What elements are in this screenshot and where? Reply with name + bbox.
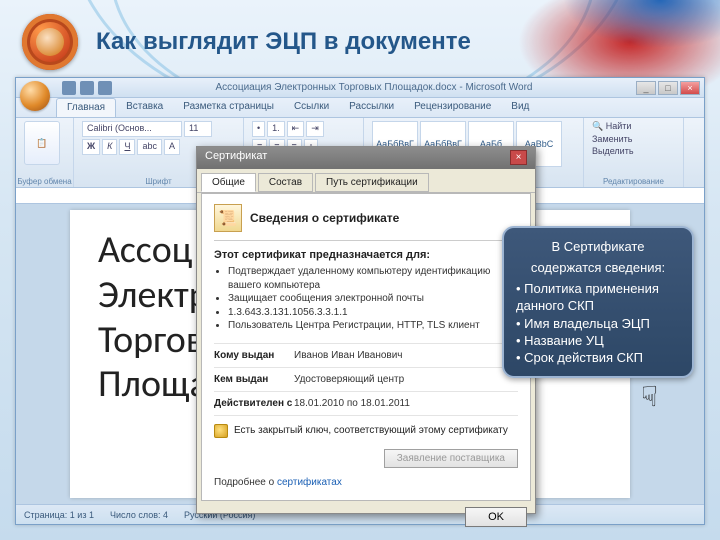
qat-save-icon[interactable] (62, 81, 76, 95)
info-callout: В Сертификате содержатся сведения: • Пол… (502, 226, 694, 378)
bold-button[interactable]: Ж (82, 139, 100, 155)
tab-mailings[interactable]: Рассылки (339, 98, 404, 117)
valid-to-word: по (347, 398, 358, 409)
find-button[interactable]: 🔍 Найти (592, 121, 675, 132)
select-button[interactable]: Выделить (592, 146, 675, 156)
cert-tabs: Общие Состав Путь сертификации (197, 169, 535, 193)
seal-icon (22, 14, 78, 70)
valid-to: 18.01.2011 (361, 398, 410, 409)
underline-button[interactable]: Ч (119, 139, 135, 155)
certificate-dialog: Сертификат × Общие Состав Путь сертифика… (196, 146, 536, 514)
purpose-2: Защищает сообщения электронной почты (228, 292, 518, 306)
paste-button[interactable]: 📋 (24, 121, 60, 165)
purpose-label: Этот сертификат предназначается для: (214, 249, 430, 261)
minimize-button[interactable]: _ (636, 81, 656, 95)
quick-access-toolbar (62, 81, 112, 95)
tab-view[interactable]: Вид (501, 98, 539, 117)
indent-inc-button[interactable]: ⇥ (306, 121, 324, 137)
window-controls: _ □ × (636, 81, 700, 95)
issuer-statement-button[interactable]: Заявление поставщика (384, 449, 518, 468)
issued-by-label: Кем выдан (214, 374, 294, 385)
callout-bullet-3: • Название УЦ (516, 332, 680, 349)
tab-layout[interactable]: Разметка страницы (173, 98, 284, 117)
cert-titlebar: Сертификат × (197, 147, 535, 169)
issued-to-label: Кому выдан (214, 350, 294, 361)
strike-button[interactable]: abc (137, 139, 162, 155)
purpose-1: Подтверждает удаленному компьютеру идент… (228, 265, 518, 292)
key-icon (214, 424, 228, 438)
cert-tab-details[interactable]: Состав (258, 173, 313, 192)
window-title: Ассоциация Электронных Торговых Площадок… (112, 82, 636, 93)
valid-label: Действителен с (214, 398, 294, 409)
close-button[interactable]: × (680, 81, 700, 95)
valid-from: 18.01.2010 (294, 398, 344, 409)
tab-references[interactable]: Ссылки (284, 98, 339, 117)
office-button[interactable] (20, 81, 50, 111)
group-clipboard-label: Буфер обмена (16, 177, 73, 186)
tab-review[interactable]: Рецензирование (404, 98, 501, 117)
slide-title: Как выглядит ЭЦП в документе (96, 28, 471, 56)
cert-tab-path[interactable]: Путь сертификации (315, 173, 429, 192)
cert-body: 📜 Сведения о сертификате Этот сертификат… (201, 193, 531, 501)
issued-by-value: Удостоверяющий центр (294, 374, 404, 385)
status-page[interactable]: Страница: 1 из 1 (24, 510, 94, 520)
purpose-list: Подтверждает удаленному компьютеру идент… (228, 265, 518, 333)
certificates-link[interactable]: сертификатах (277, 477, 342, 488)
qat-undo-icon[interactable] (80, 81, 94, 95)
status-words[interactable]: Число слов: 4 (110, 510, 168, 520)
tab-insert[interactable]: Вставка (116, 98, 173, 117)
more-prefix: Подробнее о (214, 477, 277, 488)
font-size-select[interactable]: 11 (184, 121, 212, 137)
group-clipboard: 📋 Буфер обмена (16, 118, 74, 187)
indent-dec-button[interactable]: ⇤ (287, 121, 305, 137)
cert-title-text: Сертификат (205, 150, 267, 166)
cert-header: Сведения о сертификате (250, 211, 399, 225)
qat-redo-icon[interactable] (98, 81, 112, 95)
bullets-button[interactable]: • (252, 121, 265, 137)
callout-heading-1: В Сертификате (516, 238, 680, 255)
certificate-icon: 📜 (214, 204, 242, 232)
ribbon-tabs: Главная Вставка Разметка страницы Ссылки… (16, 98, 704, 118)
replace-button[interactable]: Заменить (592, 134, 675, 144)
tab-home[interactable]: Главная (56, 98, 116, 117)
group-editing: 🔍 Найти Заменить Выделить Редактирование (584, 118, 684, 187)
purpose-3: 1.3.643.3.131.1056.3.3.1.1 (228, 306, 518, 320)
group-editing-label: Редактирование (584, 177, 683, 186)
font-name-select[interactable]: Calibri (Основ... (82, 121, 182, 137)
private-key-note: Есть закрытый ключ, соответствующий этом… (234, 425, 508, 436)
ok-button[interactable]: OK (465, 507, 527, 527)
purpose-4: Пользователь Центра Регистрации, HTTP, T… (228, 319, 518, 333)
cert-tab-general[interactable]: Общие (201, 173, 256, 192)
more-info: Подробнее о сертификатах (214, 477, 342, 488)
callout-bullet-1: • Политика применения данного СКП (516, 280, 680, 314)
numbering-button[interactable]: 1. (267, 121, 285, 137)
callout-bullet-2: • Имя владельца ЭЦП (516, 315, 680, 332)
highlight-button[interactable]: A (164, 139, 180, 155)
callout-bullet-4: • Срок действия СКП (516, 349, 680, 366)
italic-button[interactable]: К (102, 139, 117, 155)
issued-to-value: Иванов Иван Иванович (294, 350, 403, 361)
word-titlebar: Ассоциация Электронных Торговых Площадок… (16, 78, 704, 98)
callout-heading-2: содержатся сведения: (516, 259, 680, 276)
valid-value: 18.01.2010 по 18.01.2011 (294, 398, 410, 409)
cert-close-button[interactable]: × (510, 150, 527, 165)
maximize-button[interactable]: □ (658, 81, 678, 95)
